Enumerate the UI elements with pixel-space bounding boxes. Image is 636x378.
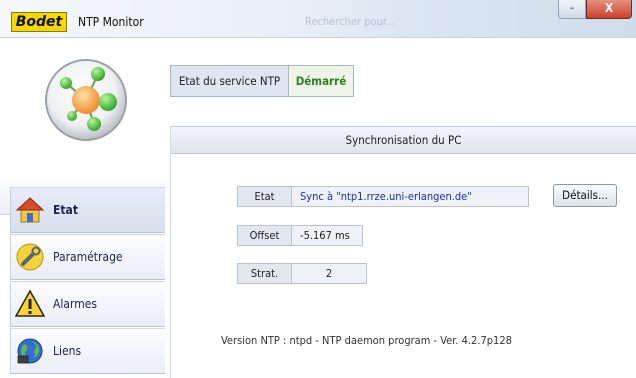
ntp-network-logo-icon	[45, 59, 127, 141]
etat-label: Etat	[238, 187, 292, 206]
strat-label: Strat.	[238, 264, 292, 283]
sidebar-item-alarmes[interactable]: Alarmes	[10, 281, 165, 327]
window-title: NTP Monitor	[78, 15, 144, 29]
strat-field: Strat. 2	[237, 263, 367, 284]
close-button[interactable]: X	[586, 0, 632, 19]
offset-field: Offset -5.167 ms	[237, 225, 363, 246]
ntp-version-text: Version NTP : ntpd - NTP daemon program …	[221, 334, 512, 347]
offset-label: Offset	[238, 226, 292, 245]
sidebar-item-label: Paramétrage	[53, 250, 123, 264]
globe-icon	[17, 338, 43, 364]
warning-icon	[15, 289, 45, 317]
strat-value: 2	[325, 267, 333, 280]
home-icon	[15, 197, 45, 223]
ntp-service-value: Démarré	[289, 66, 353, 96]
sidebar: Etat Paramétrage Alarmes Liens	[0, 38, 165, 378]
details-button[interactable]: Détails...	[553, 184, 617, 207]
sidebar-item-etat[interactable]: Etat	[10, 187, 165, 233]
title-bar: Bodet NTP Monitor Rechercher pour... – X	[0, 0, 636, 38]
offset-value: -5.167 ms	[300, 229, 350, 242]
wrench-icon	[16, 243, 44, 271]
etat-field: Etat Sync à "ntp1.rrze.uni-erlangen.de"	[237, 186, 529, 207]
sync-panel-header: Synchronisation du PC	[171, 126, 636, 154]
sidebar-item-label: Alarmes	[53, 297, 98, 311]
sidebar-item-label: Etat	[53, 203, 78, 217]
bodet-logo: Bodet	[11, 12, 67, 32]
sidebar-item-label: Liens	[53, 344, 82, 358]
ntp-service-label: Etat du service NTP	[171, 66, 289, 96]
minimize-button[interactable]: –	[558, 0, 586, 19]
background-ghost-text: Rechercher pour...	[305, 15, 396, 28]
sidebar-item-parametrage[interactable]: Paramétrage	[10, 234, 165, 280]
window-controls: – X	[558, 0, 632, 20]
ntp-service-status: Etat du service NTP Démarré	[170, 65, 354, 97]
sync-panel: Synchronisation du PC Etat Sync à "ntp1.…	[170, 126, 636, 378]
sidebar-item-liens[interactable]: Liens	[10, 328, 165, 374]
etat-value: Sync à "ntp1.rrze.uni-erlangen.de"	[300, 190, 472, 203]
